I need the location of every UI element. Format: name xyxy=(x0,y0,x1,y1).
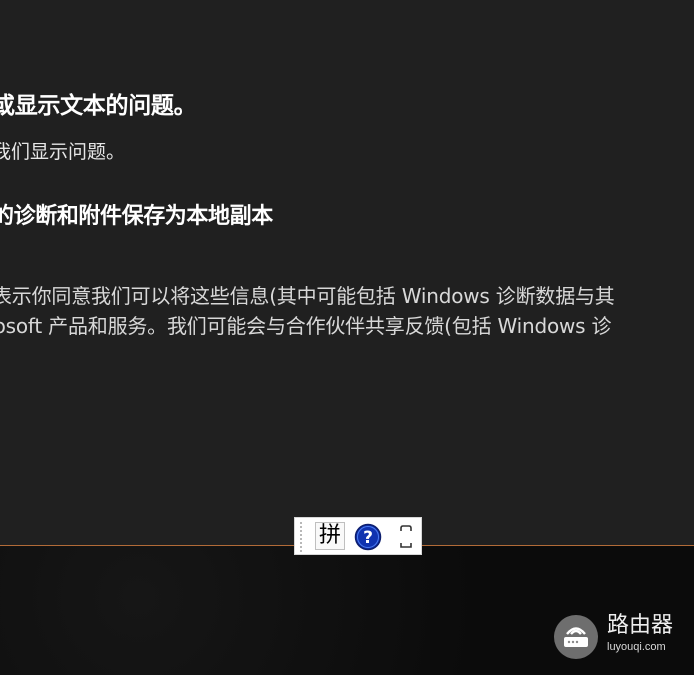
site-watermark: 路由器 luyouqi.com xyxy=(553,612,689,659)
consent-text-line-2: rosoft 产品和服务。我们可能会与合作伙伴共享反馈(包括 Windows 诊 xyxy=(0,314,612,338)
svg-text:?: ? xyxy=(363,528,373,548)
section-heading: 或显示文本的问题。 xyxy=(0,93,197,119)
consent-text-line-1: 表示你同意我们可以将这些信息(其中可能包括 Windows 诊断数据与其 xyxy=(0,284,615,308)
feedback-dialog: 或显示文本的问题。 我们显示问题。 的诊断和附件保存为本地副本 表示你同意我们可… xyxy=(0,0,694,546)
router-icon xyxy=(554,615,598,659)
input-mode-button[interactable]: 拼 xyxy=(315,522,345,550)
screen: 或显示文本的问题。 我们显示问题。 的诊断和附件保存为本地副本 表示你同意我们可… xyxy=(0,0,694,675)
ime-toolbar[interactable]: 拼 ? xyxy=(294,517,422,555)
help-icon[interactable]: ? xyxy=(354,523,382,551)
watermark-title: 路由器 xyxy=(607,613,674,638)
section-description: 我们显示问题。 xyxy=(0,141,126,163)
drag-handle-icon[interactable] xyxy=(300,522,303,552)
watermark-url: luyouqi.com xyxy=(607,641,666,653)
fullwidth-halfwidth-icon[interactable] xyxy=(398,524,414,550)
save-local-copy-option[interactable]: 的诊断和附件保存为本地副本 xyxy=(0,198,273,230)
